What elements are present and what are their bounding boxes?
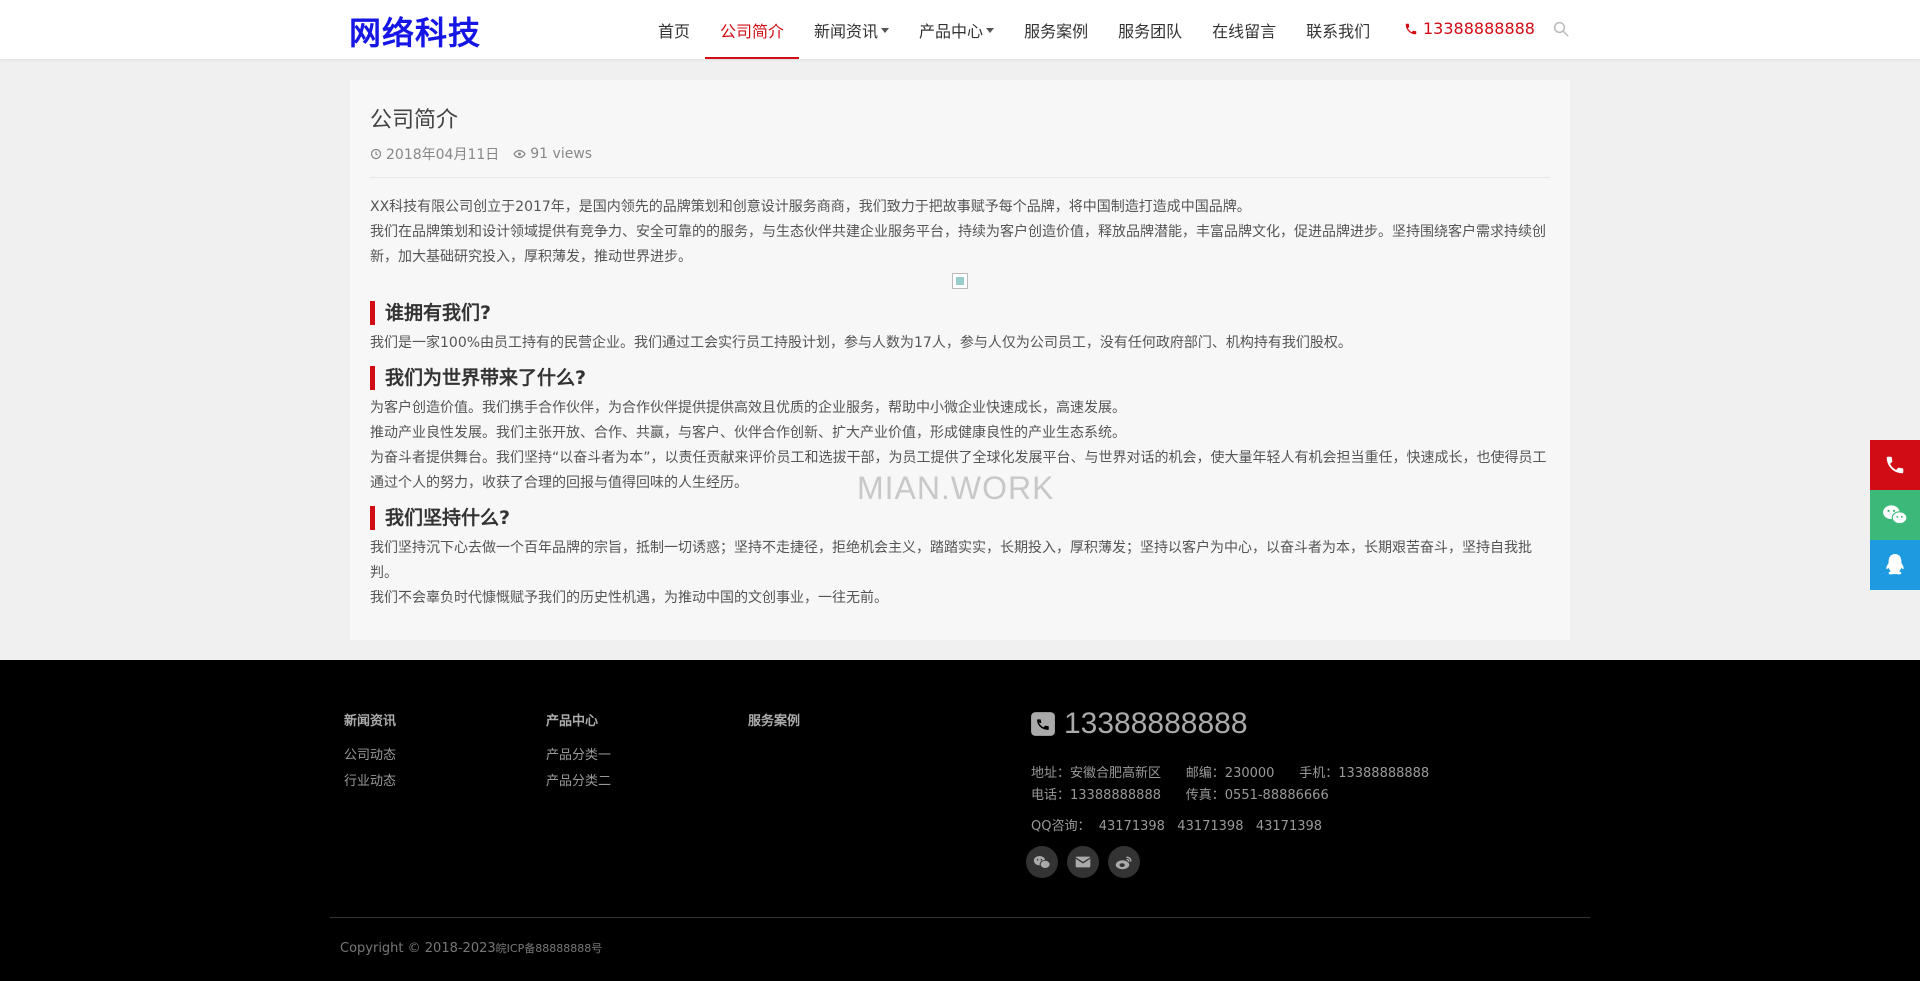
chevron-down-icon — [986, 28, 995, 33]
footer-column-cases: 服务案例 — [748, 710, 800, 743]
copyright: Copyright © 2018-2023皖ICP备88888888号 — [340, 940, 602, 956]
footer-column-title[interactable]: 产品中心 — [546, 710, 611, 729]
side-qq-button[interactable] — [1870, 540, 1920, 590]
search-icon[interactable] — [1552, 20, 1570, 38]
nav-item-label: 服务案例 — [1024, 21, 1089, 41]
footer-link[interactable]: 产品分类一 — [546, 743, 611, 769]
nav-item-label: 产品中心 — [919, 21, 984, 41]
section-heading: 我们坚持什么? — [370, 506, 1550, 530]
footer-phone[interactable]: 13388888888 — [1030, 707, 1248, 741]
nav-item[interactable]: 公司简介 — [705, 0, 800, 59]
email-icon — [1075, 856, 1091, 868]
site-logo[interactable]: 网络科技 — [349, 8, 481, 54]
intro-paragraph: XX科技有限公司创立于2017年，是国内领先的品牌策划和创意设计服务商商，我们致… — [370, 199, 1251, 215]
side-wechat-button[interactable] — [1870, 490, 1920, 540]
nav-item-label: 首页 — [658, 21, 691, 41]
nav-item[interactable]: 产品中心 — [904, 0, 1009, 59]
nav-item[interactable]: 服务案例 — [1009, 0, 1103, 59]
footer-qq: QQ咨询： 43171398 43171398 43171398 — [1031, 819, 1323, 834]
meta-divider — [370, 177, 1550, 178]
eye-icon — [513, 149, 526, 159]
footer-link[interactable]: 行业动态 — [344, 769, 396, 795]
site-footer: 新闻资讯 公司动态 行业动态 产品中心 产品分类一 产品分类二 服务案例 133… — [0, 660, 1920, 981]
phone-icon — [1886, 456, 1904, 474]
footer-column-title[interactable]: 服务案例 — [748, 710, 800, 729]
nav-item-label: 公司简介 — [720, 21, 785, 41]
phone-square-icon — [1031, 712, 1055, 736]
section-heading: 我们为世界带来了什么? — [370, 366, 1550, 390]
weibo-icon — [1115, 856, 1132, 869]
section-paragraph: 我们坚持沉下心去做一个百年品牌的宗旨，抵制一切诱惑；坚持不走捷径，拒绝机会主义，… — [370, 540, 1532, 581]
watermark: MIAN.WORK — [857, 470, 1055, 506]
nav-item-label: 在线留言 — [1212, 21, 1277, 41]
site-header: 网络科技 首页 公司简介 新闻资讯 产品中心 服务案例 服务团队 在线留言 联系我们 1338… — [0, 0, 1920, 59]
section-paragraph: 为客户创造价值。我们携手合作伙伴，为合作伙伴提供提供高效且优质的企业服务，帮助中… — [370, 400, 1126, 416]
nav-item-label: 服务团队 — [1118, 21, 1183, 41]
intro-paragraph: 我们在品牌策划和设计领域提供有竞争力、安全可靠的的服务，与生态伙伴共建企业服务平… — [370, 224, 1546, 265]
nav-item[interactable]: 在线留言 — [1197, 0, 1291, 59]
nav-item[interactable]: 新闻资讯 — [799, 0, 904, 59]
wechat-icon — [1883, 505, 1908, 525]
footer-tel: 电话：13388888888 传真：0551-88886666 — [1031, 788, 1329, 803]
nav-item-label: 联系我们 — [1306, 21, 1371, 41]
nav-item[interactable]: 联系我们 — [1291, 0, 1385, 59]
footer-column-title[interactable]: 新闻资讯 — [344, 710, 396, 729]
article-date-text: 2018年04月11日 — [386, 147, 500, 163]
section-paragraph: 我们不会辜负时代慷慨赋予我们的历史性机遇，为推动中国的文创事业，一往无前。 — [370, 590, 888, 606]
icp-link[interactable]: 皖ICP备88888888号 — [496, 942, 603, 955]
footer-address: 地址：安徽合肥高新区 邮编：230000 手机：13388888888 — [1031, 766, 1430, 781]
wechat-icon — [1033, 855, 1051, 869]
article-meta: 2018年04月11日 91 views — [370, 144, 1550, 164]
chevron-down-icon — [881, 28, 890, 33]
section-paragraph: 推动产业良性发展。我们主张开放、合作、共赢，与客户、伙伴合作创新、扩大产业价值，… — [370, 425, 1126, 441]
footer-column-products: 产品中心 产品分类一 产品分类二 — [546, 710, 611, 795]
footer-divider — [330, 917, 1590, 918]
footer-phone-number: 13388888888 — [1064, 707, 1248, 740]
main-nav: 首页 公司简介 新闻资讯 产品中心 服务案例 服务团队 在线留言 联系我们 — [643, 0, 1385, 59]
article-date: 2018年04月11日 — [370, 144, 499, 164]
page-title: 公司简介 — [370, 108, 459, 133]
nav-item[interactable]: 服务团队 — [1103, 0, 1197, 59]
article-views-text: 91 views — [530, 146, 593, 162]
article-card: 公司简介 2018年04月11日 91 views XX科技有限公司创立于201… — [350, 80, 1570, 640]
footer-link[interactable]: 产品分类二 — [546, 769, 611, 795]
article-views: 91 views — [513, 146, 592, 162]
nav-item-label: 新闻资讯 — [814, 21, 879, 41]
section-paragraph: 我们是一家100%由员工持有的民营企业。我们通过工会实行员工持股计划，参与人数为… — [370, 335, 1352, 351]
article-content: XX科技有限公司创立于2017年，是国内领先的品牌策划和创意设计服务商商，我们致… — [370, 195, 1550, 611]
footer-weibo-button[interactable] — [1108, 846, 1140, 878]
footer-column-news: 新闻资讯 公司动态 行业动态 — [344, 710, 396, 795]
footer-wechat-button[interactable] — [1026, 846, 1058, 878]
header-phone[interactable]: 13388888888 — [1404, 19, 1535, 38]
broken-image-icon — [952, 273, 968, 289]
side-phone-button[interactable] — [1870, 440, 1920, 490]
copyright-text: Copyright © 2018-2023 — [340, 941, 496, 956]
header-phone-number: 13388888888 — [1423, 19, 1535, 38]
footer-link[interactable]: 公司动态 — [344, 743, 396, 769]
nav-item[interactable]: 首页 — [643, 0, 705, 59]
section-heading: 谁拥有我们? — [370, 301, 1550, 325]
clock-icon — [370, 148, 382, 160]
qq-icon — [1886, 554, 1904, 575]
phone-icon — [1405, 23, 1417, 34]
footer-email-button[interactable] — [1067, 846, 1099, 878]
